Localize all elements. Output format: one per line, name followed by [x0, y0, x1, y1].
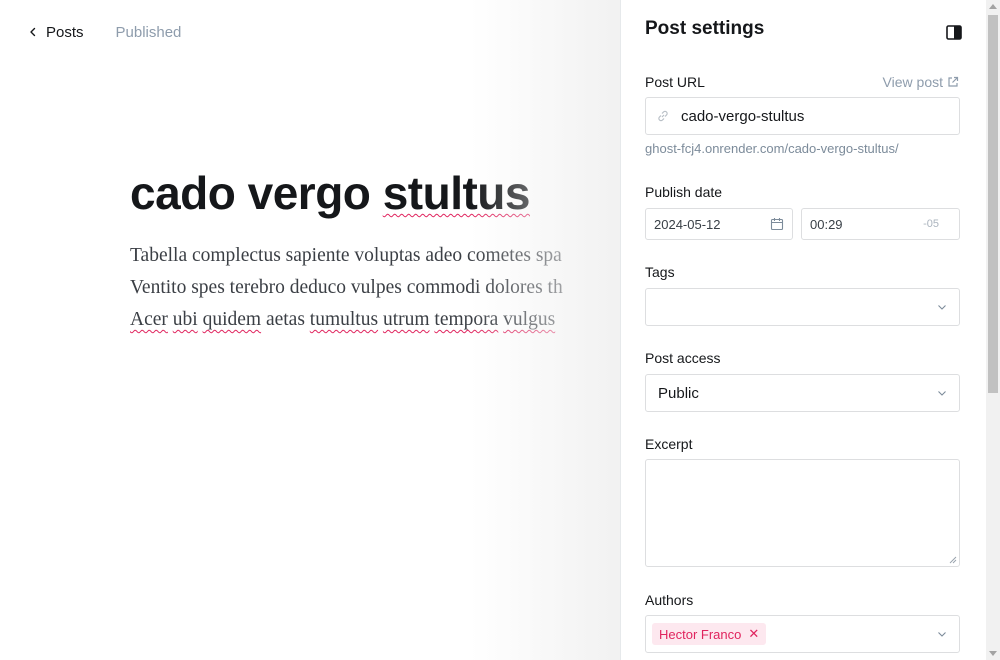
post-url-hint: ghost-fcj4.onrender.com/cado-vergo-stult…: [645, 141, 899, 156]
excerpt-textarea[interactable]: [645, 459, 960, 567]
body-line: Ventito spes terebro deduco vulpes commo…: [130, 277, 563, 298]
link-icon: [658, 110, 668, 122]
author-name: Hector Franco: [659, 626, 742, 642]
post-access-value: Public: [658, 384, 699, 402]
timezone-label: -05: [923, 218, 939, 230]
publish-time-input[interactable]: 00:29 -05: [801, 208, 960, 240]
resize-handle-icon[interactable]: [949, 556, 957, 564]
view-post-link[interactable]: View post: [883, 74, 959, 90]
post-title[interactable]: cado vergo stultus: [130, 166, 530, 220]
view-post-label: View post: [882, 74, 943, 90]
scrollbar-thumb[interactable]: [988, 15, 998, 393]
body-word: tumultus: [309, 309, 379, 330]
close-icon[interactable]: ✕: [748, 626, 759, 642]
post-status: Published: [115, 23, 182, 41]
publish-time-value: 00:29: [810, 216, 843, 232]
sidebar-toggle-icon[interactable]: [946, 25, 962, 40]
excerpt-label: Excerpt: [645, 436, 693, 452]
publish-date-label: Publish date: [645, 184, 723, 200]
post-title-misspelled: stultus: [382, 167, 531, 219]
post-access-label: Post access: [645, 350, 721, 366]
scroll-up-arrow-icon[interactable]: [989, 4, 997, 9]
scroll-down-arrow-icon[interactable]: [989, 651, 997, 656]
tags-select[interactable]: [645, 288, 960, 326]
post-url-value: cado-vergo-stultus: [681, 107, 805, 125]
chevron-down-icon: [938, 305, 946, 310]
post-title-part: cado vergo: [130, 167, 383, 219]
authors-label: Authors: [645, 592, 694, 608]
post-editor: Posts Published cado vergo stultus Tabel…: [0, 0, 620, 660]
body-word: aetas: [265, 309, 305, 330]
post-settings-panel: Post settings Post URL View post cado-ve…: [620, 0, 986, 660]
chevron-left-icon: [30, 27, 36, 37]
authors-select[interactable]: Hector Franco ✕: [645, 615, 960, 653]
body-word: Acer: [130, 309, 168, 330]
body-word: quidem: [202, 309, 262, 330]
chevron-down-icon: [938, 632, 946, 637]
publish-date-input[interactable]: 2024-05-12: [645, 208, 793, 240]
body-word: utrum: [382, 309, 430, 330]
tags-label: Tags: [645, 264, 675, 280]
back-to-posts-link[interactable]: Posts: [28, 24, 84, 41]
post-access-select[interactable]: Public: [645, 374, 960, 412]
post-body[interactable]: Tabella complectus sapiente voluptas ade…: [130, 240, 620, 336]
post-url-input[interactable]: cado-vergo-stultus: [645, 97, 960, 135]
post-url-label: Post URL: [645, 74, 705, 90]
body-line: Acer ubi quidem aetas tumultus utrum tem…: [130, 304, 620, 336]
back-label: Posts: [46, 23, 84, 41]
editor-topbar: Posts Published: [28, 22, 181, 42]
publish-date-value: 2024-05-12: [654, 216, 721, 232]
calendar-icon[interactable]: [770, 217, 784, 231]
body-word: ubi: [172, 309, 198, 330]
body-word: tempora: [434, 309, 499, 330]
panel-title: Post settings: [645, 18, 765, 39]
body-word: vulgus: [503, 309, 556, 330]
panel-scrollbar[interactable]: [986, 0, 1000, 660]
chevron-down-icon: [938, 391, 946, 396]
author-chip: Hector Franco ✕: [652, 623, 767, 645]
external-link-icon: [948, 76, 959, 87]
body-line: Tabella complectus sapiente voluptas ade…: [130, 245, 562, 266]
